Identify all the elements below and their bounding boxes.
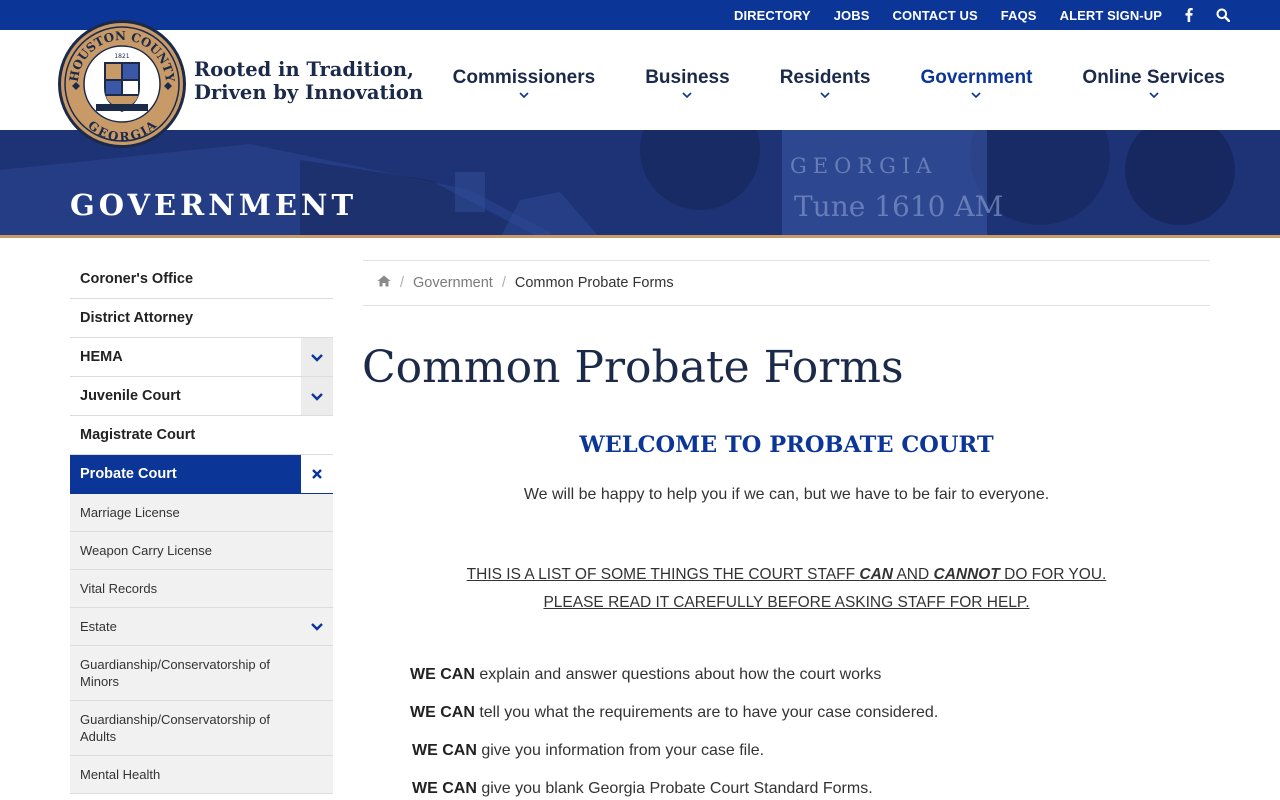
sidebar-navigation: Coroner's Office District Attorney HEMA … bbox=[70, 260, 333, 794]
chevron-down-icon bbox=[519, 92, 529, 99]
facebook-icon[interactable] bbox=[1185, 8, 1193, 22]
intro-text: We will be happy to help you if we can, … bbox=[523, 486, 1050, 503]
sidebar-item-label: Coroner's Office bbox=[80, 271, 194, 287]
we-can-list: WE CAN explain and answer questions abou… bbox=[410, 664, 1190, 800]
hero-banner: GEORGIA Tune 1610 AM GOVERNMENT bbox=[0, 130, 1280, 238]
breadcrumb: / Government / Common Probate Forms bbox=[363, 260, 1210, 306]
faqs-link[interactable]: FAQS bbox=[1001, 8, 1037, 23]
sidebar-item-coroners-office[interactable]: Coroner's Office bbox=[70, 260, 333, 299]
sidebar-item-label: HEMA bbox=[80, 349, 123, 365]
sidebar-subitem-label: Guardianship/Conservatorship of Minors bbox=[80, 657, 271, 689]
breadcrumb-parent-link[interactable]: Government bbox=[413, 275, 493, 291]
chevron-down-icon bbox=[311, 353, 323, 362]
sidebar-subitem-estate[interactable]: Estate bbox=[70, 608, 333, 646]
county-seal-logo[interactable]: HOUSTON COUNTY GEORGIA 1821 bbox=[56, 18, 188, 150]
notice-line-1: THIS IS A LIST OF SOME THINGS THE COURT … bbox=[466, 566, 1107, 583]
nav-government-label: Government bbox=[920, 67, 1033, 88]
expand-toggle[interactable] bbox=[301, 377, 333, 415]
nav-online-services[interactable]: Online Services bbox=[1082, 30, 1225, 99]
notice-text: THIS IS A LIST OF SOME THINGS THE COURT … bbox=[363, 561, 1210, 617]
nav-commissioners-label: Commissioners bbox=[452, 67, 596, 88]
list-item: WE CAN give you blank Georgia Probate Co… bbox=[412, 780, 873, 797]
tagline-line-1: Rooted in Tradition, bbox=[194, 58, 414, 81]
welcome-heading: WELCOME TO PROBATE COURT bbox=[579, 432, 994, 458]
expand-toggle[interactable] bbox=[301, 608, 333, 645]
breadcrumb-current: Common Probate Forms bbox=[514, 275, 674, 291]
nav-government[interactable]: Government bbox=[920, 30, 1033, 99]
collapse-toggle[interactable] bbox=[301, 455, 333, 493]
breadcrumb-separator: / bbox=[501, 275, 506, 291]
utility-links: DIRECTORY JOBS CONTACT US FAQS ALERT SIG… bbox=[711, 0, 1230, 30]
sidebar-subitem-weapon-carry-license[interactable]: Weapon Carry License bbox=[70, 532, 333, 570]
notice-line-2: PLEASE READ IT CAREFULLY BEFORE ASKING S… bbox=[543, 594, 1030, 611]
close-icon bbox=[312, 469, 322, 479]
main-navigation: Commissioners Business Residents Governm… bbox=[403, 30, 1225, 130]
seal-year: 1821 bbox=[114, 53, 129, 60]
nav-residents[interactable]: Residents bbox=[780, 30, 871, 99]
sidebar-item-label: Magistrate Court bbox=[80, 427, 196, 443]
sidebar-subitem-guardianship-minors[interactable]: Guardianship/Conservatorship of Minors bbox=[70, 646, 333, 701]
sidebar-subitem-label: Estate bbox=[80, 619, 117, 634]
sidebar-subitem-label: Mental Health bbox=[80, 767, 161, 782]
tagline-line-2: Driven by Innovation bbox=[194, 81, 424, 104]
breadcrumb-separator: / bbox=[400, 275, 405, 291]
list-item: WE CAN tell you what the requirements ar… bbox=[410, 704, 939, 721]
list-item: WE CAN explain and answer questions abou… bbox=[410, 666, 882, 683]
chevron-down-icon bbox=[1149, 92, 1159, 99]
top-utility-bar: DIRECTORY JOBS CONTACT US FAQS ALERT SIG… bbox=[0, 0, 1280, 30]
sidebar-item-label: Probate Court bbox=[80, 466, 177, 482]
hero-sign-line-2: Tune 1610 AM bbox=[794, 190, 1003, 223]
nav-business-label: Business bbox=[645, 67, 730, 88]
sidebar-item-label: Juvenile Court bbox=[80, 388, 181, 404]
sidebar-item-juvenile-court[interactable]: Juvenile Court bbox=[70, 377, 333, 416]
chevron-down-icon bbox=[311, 392, 323, 401]
sidebar-subitem-label: Vital Records bbox=[80, 581, 158, 596]
sidebar-subitem-vital-records[interactable]: Vital Records bbox=[70, 570, 333, 608]
site-tagline[interactable]: Rooted in Tradition, Driven by Innovatio… bbox=[194, 58, 423, 104]
nav-online-services-label: Online Services bbox=[1082, 67, 1225, 88]
expand-toggle[interactable] bbox=[301, 338, 333, 376]
sidebar-item-hema[interactable]: HEMA bbox=[70, 338, 333, 377]
sidebar-subitem-guardianship-adults[interactable]: Guardianship/Conservatorship of Adults bbox=[70, 701, 333, 756]
directory-link[interactable]: DIRECTORY bbox=[734, 8, 811, 23]
hero-sign-line-1: GEORGIA bbox=[790, 154, 937, 178]
chevron-down-icon bbox=[820, 92, 830, 99]
sidebar-subitem-mental-health[interactable]: Mental Health bbox=[70, 756, 333, 794]
nav-business[interactable]: Business bbox=[645, 30, 730, 99]
sidebar-subitem-marriage-license[interactable]: Marriage License bbox=[70, 494, 333, 532]
jobs-link[interactable]: JOBS bbox=[834, 8, 870, 23]
sidebar-item-probate-court[interactable]: Probate Court bbox=[70, 455, 333, 494]
sidebar-item-district-attorney[interactable]: District Attorney bbox=[70, 299, 333, 338]
sidebar-item-label: District Attorney bbox=[80, 310, 194, 326]
nav-commissioners[interactable]: Commissioners bbox=[452, 30, 596, 99]
sidebar-subitem-label: Guardianship/Conservatorship of Adults bbox=[80, 712, 271, 744]
alert-signup-link[interactable]: ALERT SIGN-UP bbox=[1060, 8, 1162, 23]
page-title: Common Probate Forms bbox=[362, 342, 904, 393]
sidebar-subitem-label: Marriage License bbox=[80, 505, 180, 520]
site-header: Rooted in Tradition, Driven by Innovatio… bbox=[0, 30, 1280, 130]
chevron-down-icon bbox=[311, 623, 323, 631]
chevron-down-icon bbox=[682, 92, 693, 99]
nav-residents-label: Residents bbox=[779, 67, 871, 88]
hero-title: GOVERNMENT bbox=[70, 188, 358, 222]
search-icon[interactable] bbox=[1216, 8, 1230, 22]
home-icon[interactable] bbox=[377, 275, 391, 291]
sidebar-item-magistrate-court[interactable]: Magistrate Court bbox=[70, 416, 333, 455]
chevron-down-icon bbox=[971, 92, 982, 99]
list-item: WE CAN give you information from your ca… bbox=[412, 742, 765, 759]
sidebar-subitem-label: Weapon Carry License bbox=[80, 543, 212, 558]
contact-us-link[interactable]: CONTACT US bbox=[893, 8, 978, 23]
